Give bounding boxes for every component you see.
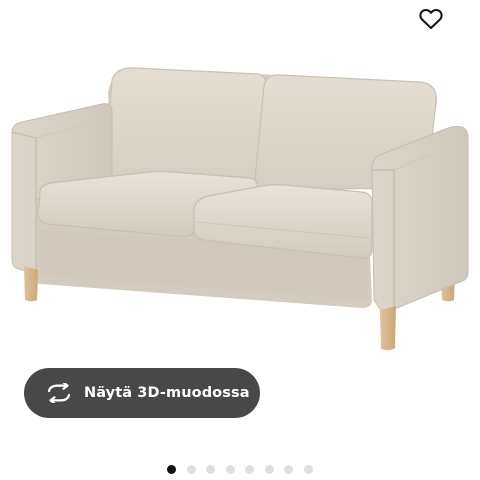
carousel-dot[interactable] [167, 464, 176, 474]
view-3d-label: Näytä 3D-muodossa [84, 385, 250, 401]
carousel-dot[interactable] [225, 464, 235, 474]
view-3d-button[interactable]: Näytä 3D-muodossa [24, 368, 260, 418]
sofa-illustration [11, 67, 469, 351]
carousel-dot[interactable] [186, 464, 196, 474]
sofa-leg-front-left [24, 266, 38, 301]
sofa-back-cushion-left [105, 67, 267, 187]
product-image[interactable] [0, 0, 480, 360]
sofa-armrest-right [371, 125, 469, 312]
favorite-button[interactable] [414, 4, 448, 34]
carousel-dot[interactable] [303, 464, 313, 474]
carousel-dot[interactable] [264, 464, 274, 474]
heart-outline-icon [419, 8, 443, 29]
rotate-arrows-icon [46, 382, 72, 404]
carousel-pagination [167, 464, 323, 474]
carousel-dot[interactable] [206, 464, 215, 474]
carousel-dot[interactable] [245, 464, 254, 474]
sofa-leg-front-right [380, 306, 396, 351]
carousel-dot[interactable] [284, 464, 293, 474]
